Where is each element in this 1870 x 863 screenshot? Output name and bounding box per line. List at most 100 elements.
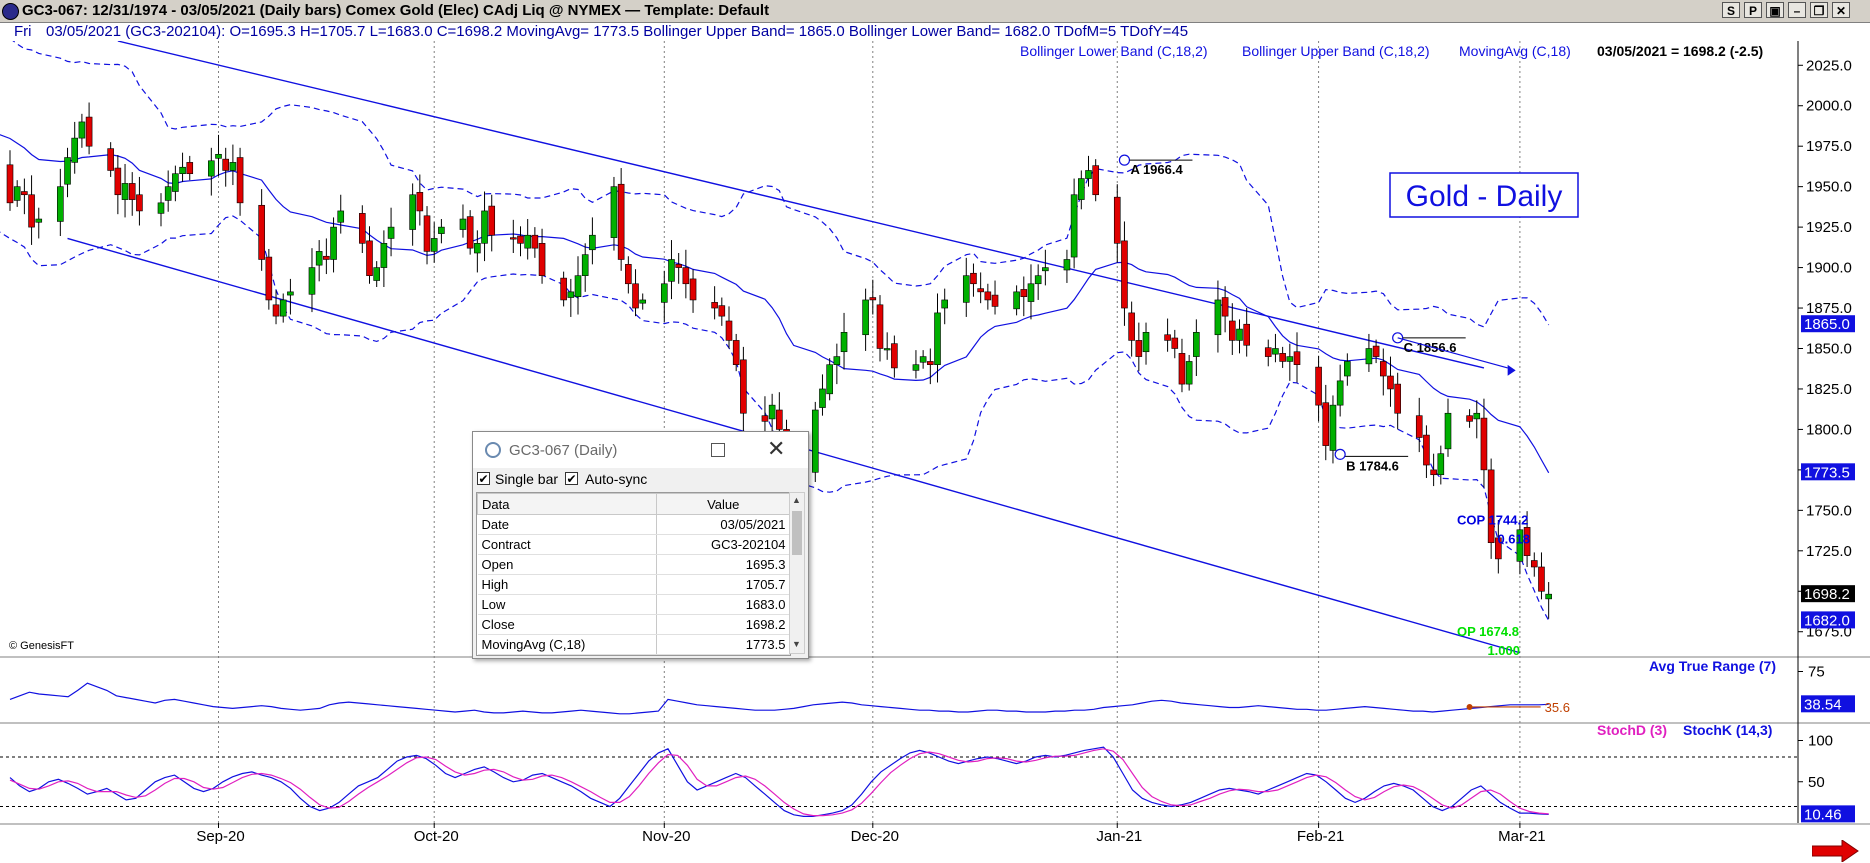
data-row-value: 1695.3 [656,554,790,575]
single-bar-label: Single bar [495,471,559,487]
legend-bollinger-upper: Bollinger Upper Band (C,18,2) [1242,43,1430,59]
bollinger-upper-band [12,41,1550,328]
stoch-y-tick-label: 50 [1808,774,1825,791]
s-button[interactable]: S [1722,2,1740,18]
data-row[interactable]: Date 03/05/2021 [477,514,790,535]
candle-body [639,299,647,304]
p-button[interactable]: P [1744,2,1762,18]
atr-title: Avg True Range (7) [1649,658,1776,674]
globe-icon [485,442,501,458]
candle-body [128,183,136,200]
scroll-right-arrow-icon[interactable] [1812,840,1860,862]
candle-body [21,191,28,196]
data-row[interactable]: Contract GC3-202104 [477,534,790,555]
data-row-value: 1698.2 [656,614,790,635]
close-button[interactable]: ✕ [1832,2,1850,18]
maximize-icon[interactable] [711,443,725,457]
candle-body [531,234,539,249]
candle-body [610,186,618,238]
scroll-down-icon[interactable]: ▼ [792,639,801,649]
data-row[interactable]: MovingAvg (C,18) 1773.5 [477,634,790,655]
candle-body [172,173,179,192]
column-header-value[interactable]: Value [656,493,790,515]
candle-body [1070,194,1078,258]
fib-cop-label: COP 1744.2 [1457,513,1528,528]
stoch-series-line [9,748,1549,817]
candle-body [991,294,999,307]
data-window[interactable]: GC3-067 (Daily) ✕ ✔ Single bar ✔ Auto-sy… [472,431,809,659]
candle-body [1480,417,1488,471]
candle-body [136,194,143,212]
x-tick-label: Sep-20 [196,828,244,845]
candle-body [1128,312,1135,341]
data-row-label: MovingAvg (C,18) [477,634,657,655]
y-tick-label: 1825.0 [1806,381,1852,398]
data-window-header[interactable]: GC3-067 (Daily) ✕ [473,432,808,468]
data-row[interactable]: High 1705.7 [477,574,790,595]
candle-body [1394,383,1401,414]
moving-average-line [0,134,1550,474]
pivot-marker [1118,154,1131,166]
candle-body [1221,297,1229,317]
candle-body [1236,328,1243,341]
candle-body [279,299,287,317]
candle-body [740,359,747,414]
candle-body [1020,289,1028,298]
candle-body [581,254,589,276]
scroll-thumb[interactable] [792,511,802,555]
detach-button[interactable]: ▣ [1766,2,1784,18]
auto-sync-checkbox[interactable]: ✔ [565,472,578,485]
candle-body [1027,283,1035,302]
close-icon[interactable]: ✕ [767,436,785,462]
candle-body [1272,348,1279,355]
candle-body [1336,380,1344,406]
atr-marker-label: 35.6 [1545,700,1570,715]
candle-body [85,116,93,147]
candle-body [811,409,819,473]
data-row[interactable]: Close 1698.2 [477,614,790,635]
candle-body [1185,361,1193,385]
candle-body [380,243,388,268]
candle-body [560,277,567,301]
y-tick-label: 1875.0 [1806,300,1852,317]
candle-body [869,297,877,301]
data-grid[interactable]: Data Value Date 03/05/2021 Contract GC3-202… [476,492,791,656]
y-tick-label: 1725.0 [1806,543,1852,560]
candle-body [1530,560,1538,568]
candle-body [488,205,496,236]
candle-body [430,238,438,252]
chart-area[interactable]: Sep-20 Oct-20 Nov-20 Dec-20 Jan-21 Feb-21 Mar-… [0,41,1870,863]
price-tag-label: 1773.5 [1804,464,1850,481]
candle-body [876,304,884,349]
candle-body [1264,347,1272,357]
candle-body [13,186,21,201]
fib-cop-ratio: 0.618 [1497,532,1530,547]
data-row[interactable]: Open 1695.3 [477,554,790,575]
candle-body [272,304,280,317]
minimize-button[interactable]: – [1788,2,1806,18]
data-window-scrollbar[interactable]: ▲ ▼ [789,492,805,654]
candle-body [668,259,675,282]
single-bar-checkbox[interactable]: ✔ [477,472,490,485]
candle-body [934,312,941,365]
candle-body [538,243,546,276]
candle-body [186,162,194,175]
x-tick-label: Oct-20 [414,828,459,845]
column-header-data[interactable]: Data [477,493,658,515]
restore-button[interactable]: ❐ [1810,2,1828,18]
candle-body [941,299,949,309]
candle-body [423,215,431,252]
legend-bollinger-lower: Bollinger Lower Band (C,18,2) [1020,43,1208,59]
candle-body [1329,404,1337,451]
data-row[interactable]: Low 1683.0 [477,594,790,615]
candle-body [776,409,783,430]
candle-body [768,404,776,420]
atr-value-label: 38.54 [1804,696,1842,713]
candle-body [1387,375,1394,390]
candle-body [962,275,970,303]
title-bar: GC3-067: 12/31/1974 - 03/05/2021 (Daily … [0,0,1870,23]
scroll-up-icon[interactable]: ▲ [792,495,801,505]
chart-title: Gold - Daily [1406,180,1563,213]
pivot-marker [1334,448,1346,460]
stoch-d-legend: StochD (3) [1597,722,1667,738]
